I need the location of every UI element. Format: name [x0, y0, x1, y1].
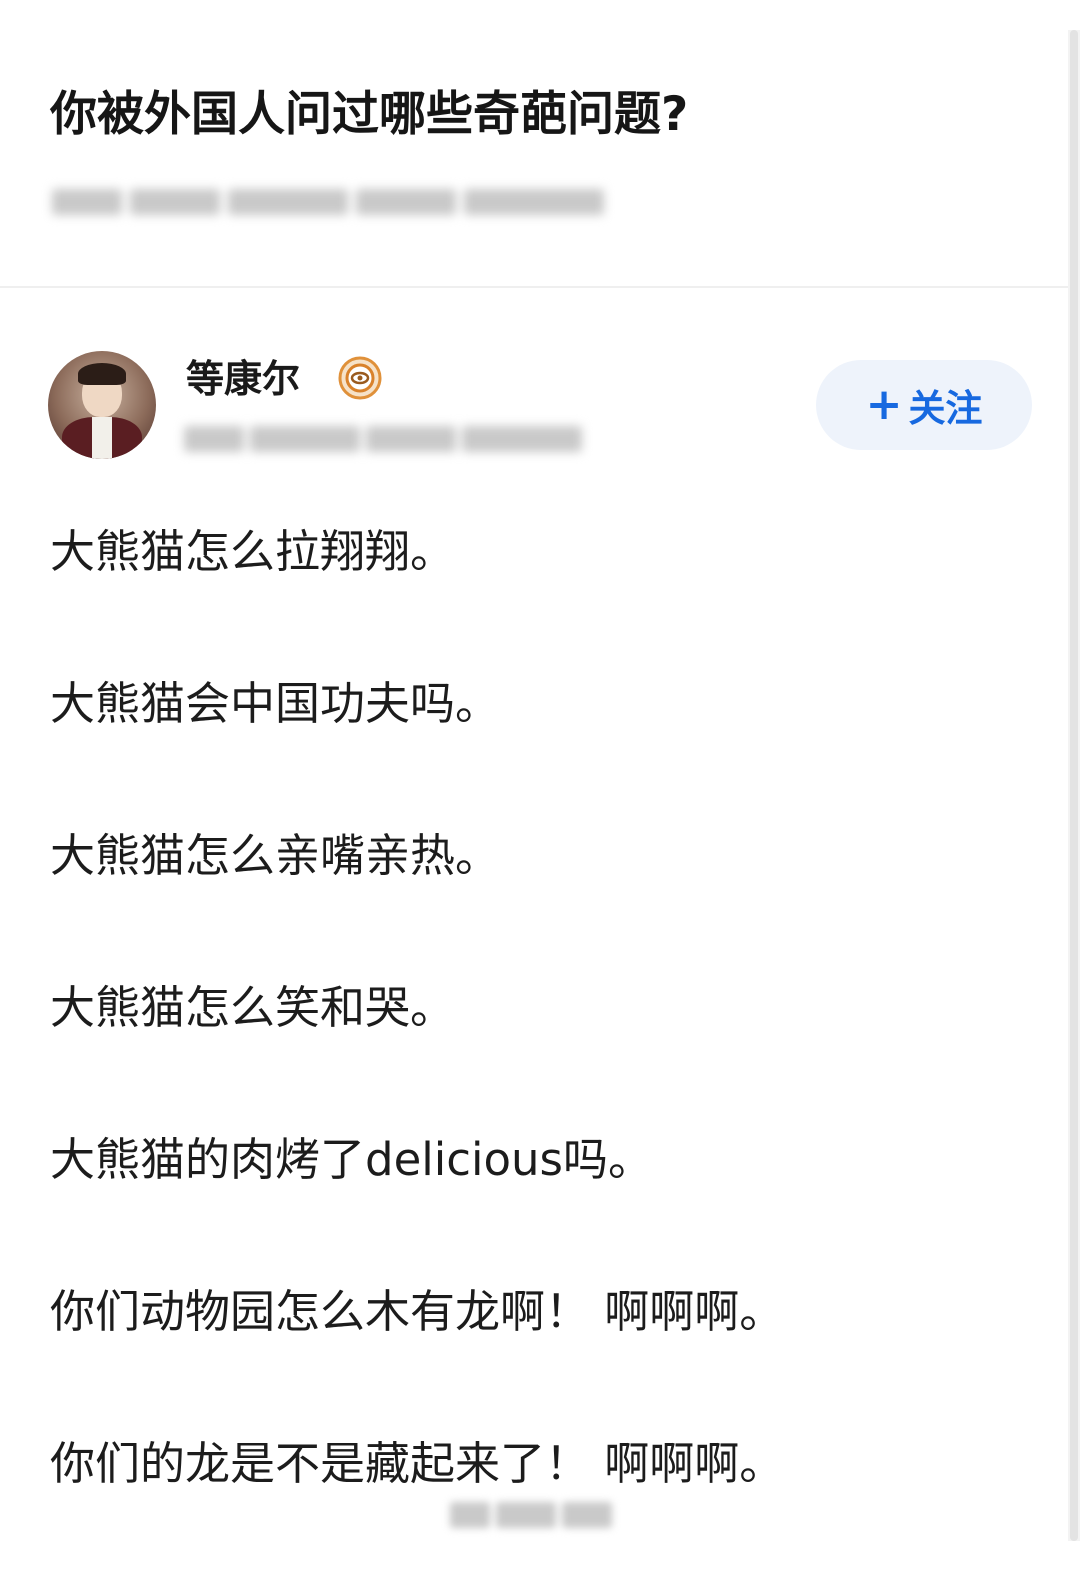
answer-line: 你们动物园怎么木有龙啊！ 啊啊啊。 [50, 1285, 785, 1338]
answer-line: 大熊猫怎么笑和哭。 [50, 981, 456, 1034]
author-avatar[interactable] [48, 351, 156, 459]
section-divider [0, 286, 1068, 288]
author-name[interactable]: 等康尔 [186, 353, 300, 405]
answer-line: 大熊猫怎么亲嘴亲热。 [50, 829, 501, 882]
plus-icon: + [865, 379, 903, 430]
blurred-author-bio [184, 420, 596, 458]
answer-line: 大熊猫的肉烤了delicious吗。 [50, 1133, 653, 1186]
follow-button[interactable]: + 关注 [816, 360, 1032, 450]
follow-button-label: 关注 [908, 387, 983, 430]
answer-line: 大熊猫会中国功夫吗。 [50, 677, 501, 730]
blurred-watermark [450, 1500, 630, 1530]
answer-page: 你被外国人问过哪些奇葩问题? 等康尔 + 关注 大熊猫怎么拉翔翔。 大熊猫会中国… [0, 0, 1080, 1541]
scrollbar-thumb[interactable] [1070, 30, 1078, 1541]
answer-body: 大熊猫怎么拉翔翔。 大熊猫会中国功夫吗。 大熊猫怎么亲嘴亲热。 大熊猫怎么笑和哭… [50, 520, 1050, 1584]
answer-line: 你们的龙是不是藏起来了！ 啊啊啊。 [50, 1437, 785, 1490]
question-title[interactable]: 你被外国人问过哪些奇葩问题? [50, 82, 1030, 148]
blurred-question-meta [52, 182, 642, 222]
answer-line: 大熊猫怎么拉翔翔。 [50, 525, 456, 578]
certified-badge-icon [338, 356, 382, 400]
